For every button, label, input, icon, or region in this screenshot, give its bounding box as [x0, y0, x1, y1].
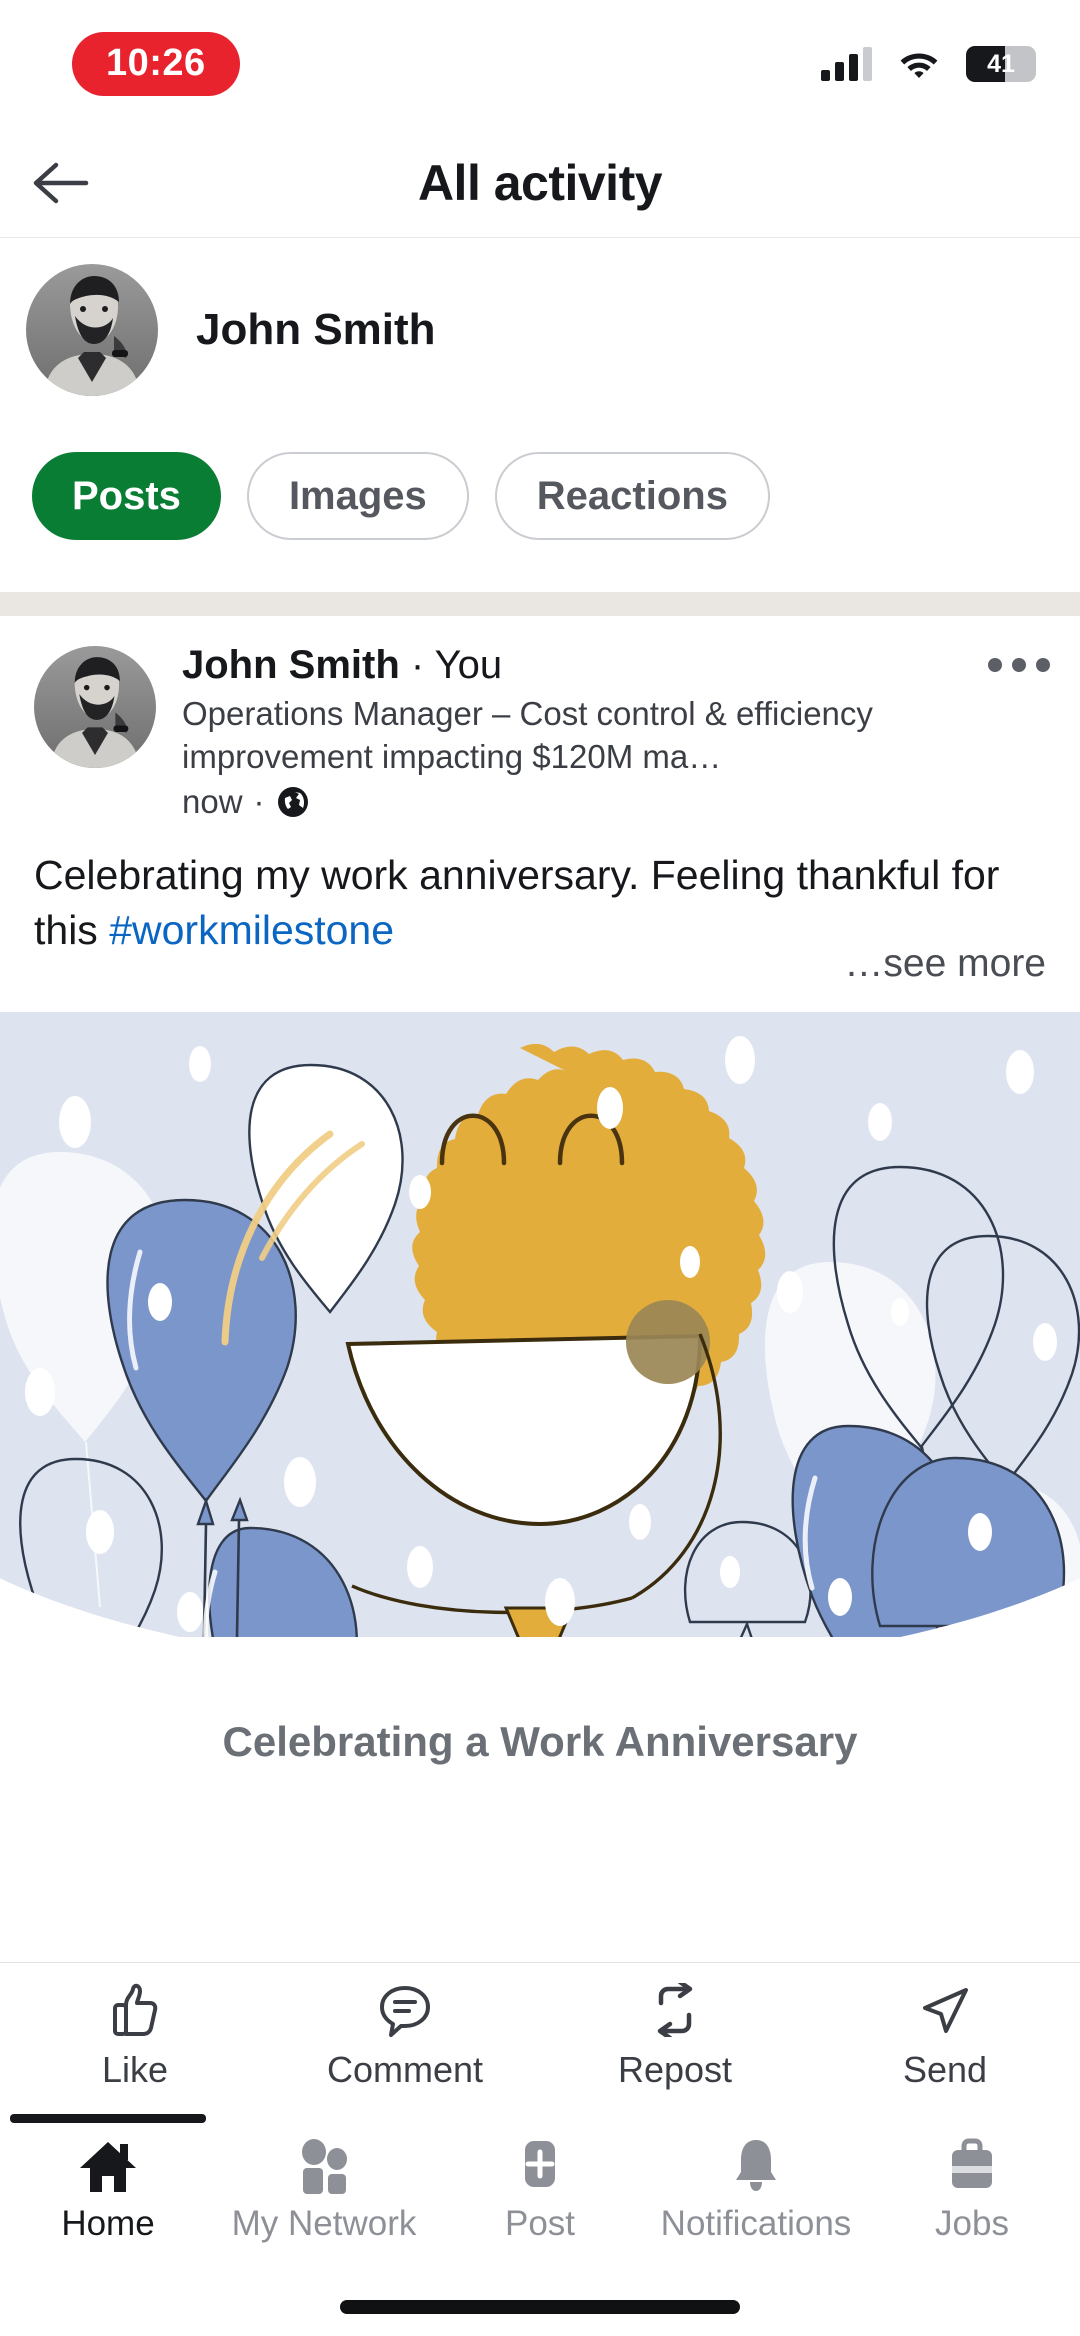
- nav-item-post[interactable]: Post: [432, 2138, 648, 2244]
- repost-label: Repost: [617, 2048, 733, 2090]
- post-avatar-image: [34, 646, 156, 768]
- nav-item-my-network[interactable]: My Network: [216, 2138, 432, 2244]
- phone-screen: 10:26 41 All activity John Smith Posts I…: [0, 0, 1080, 2336]
- send-button[interactable]: Send: [810, 1983, 1080, 2091]
- profile-row[interactable]: John Smith: [0, 250, 1080, 410]
- comment-bubble-icon: [380, 1985, 430, 2037]
- avatar-image: [26, 264, 158, 396]
- nav-label-notifications: Notifications: [660, 2204, 852, 2243]
- home-icon: [80, 2142, 136, 2192]
- page-title: All activity: [417, 154, 663, 211]
- post-author-separator: ·: [410, 643, 425, 687]
- see-more-link[interactable]: …see more: [0, 942, 1080, 986]
- nav-item-notifications[interactable]: Notifications: [648, 2138, 864, 2244]
- bell-icon: [736, 2140, 776, 2191]
- home-indicator: [340, 2300, 740, 2314]
- post-timestamp: now: [182, 782, 243, 820]
- nav-item-home[interactable]: Home: [0, 2114, 216, 2244]
- avatar[interactable]: [26, 264, 158, 396]
- post-image-caption: Celebrating a Work Anniversary: [222, 1718, 858, 1765]
- comment-label: Comment: [326, 2048, 484, 2090]
- post-author-name: John Smith: [182, 643, 400, 687]
- app-header: All activity: [0, 128, 1080, 238]
- battery-icon: 41: [966, 46, 1036, 82]
- filter-chip-images[interactable]: Images: [246, 452, 469, 540]
- nav-label-jobs: Jobs: [935, 2204, 1009, 2243]
- signal-icon: [821, 47, 872, 81]
- status-time: 10:26: [72, 32, 240, 96]
- battery-level: 41: [987, 49, 1015, 78]
- more-options-button[interactable]: [958, 640, 1050, 821]
- nav-label-home: Home: [61, 2204, 155, 2243]
- like-button[interactable]: Like: [0, 1983, 270, 2091]
- post-image[interactable]: [0, 1012, 1080, 1637]
- nav-item-jobs[interactable]: Jobs: [864, 2138, 1080, 2244]
- filter-chip-posts[interactable]: Posts: [32, 452, 221, 540]
- post-action-bar: Like Comment Repost Send: [0, 1962, 1080, 2110]
- send-label: Send: [902, 2048, 988, 2090]
- more-options-icon: [988, 658, 1002, 672]
- wifi-icon: [900, 53, 938, 78]
- post-meta: John Smith · You Operations Manager – Co…: [182, 640, 958, 821]
- active-tab-indicator: [10, 2114, 206, 2123]
- like-label: Like: [101, 2048, 169, 2090]
- profile-name: John Smith: [196, 305, 436, 354]
- people-icon: [302, 2139, 347, 2194]
- post-author-line: John Smith · You: [182, 642, 958, 689]
- comment-button[interactable]: Comment: [270, 1983, 540, 2091]
- filter-chips: Posts Images Reactions: [0, 452, 1080, 540]
- repost-button[interactable]: Repost: [540, 1982, 810, 2091]
- send-paper-plane-icon: [923, 1987, 968, 2033]
- post-author-headline: Operations Manager – Cost control & effi…: [182, 695, 873, 776]
- globe-icon: [277, 786, 308, 817]
- post-timestamp-separator: ·: [253, 782, 265, 820]
- plus-square-icon: [525, 2141, 555, 2187]
- work-anniversary-balloons-illustration: [0, 1012, 1080, 1637]
- nav-label-my-network: My Network: [231, 2204, 417, 2243]
- status-bar: 10:26 41: [0, 0, 1080, 128]
- briefcase-icon: [952, 2138, 992, 2188]
- thumbs-up-icon: [113, 1983, 158, 2036]
- repost-icon: [657, 1982, 693, 2037]
- bottom-navigation: Home My Network Post Notifications Jobs: [0, 2112, 1080, 2270]
- post-timestamp-row: now ·: [182, 783, 958, 821]
- nav-label-post: Post: [504, 2204, 576, 2243]
- post-author-relation: You: [434, 643, 503, 687]
- post-header: John Smith · You Operations Manager – Co…: [0, 640, 1080, 821]
- post-author-avatar[interactable]: [34, 646, 156, 768]
- section-divider: [0, 592, 1080, 616]
- filter-chip-reactions[interactable]: Reactions: [494, 452, 770, 540]
- status-icons: 41: [821, 46, 1036, 82]
